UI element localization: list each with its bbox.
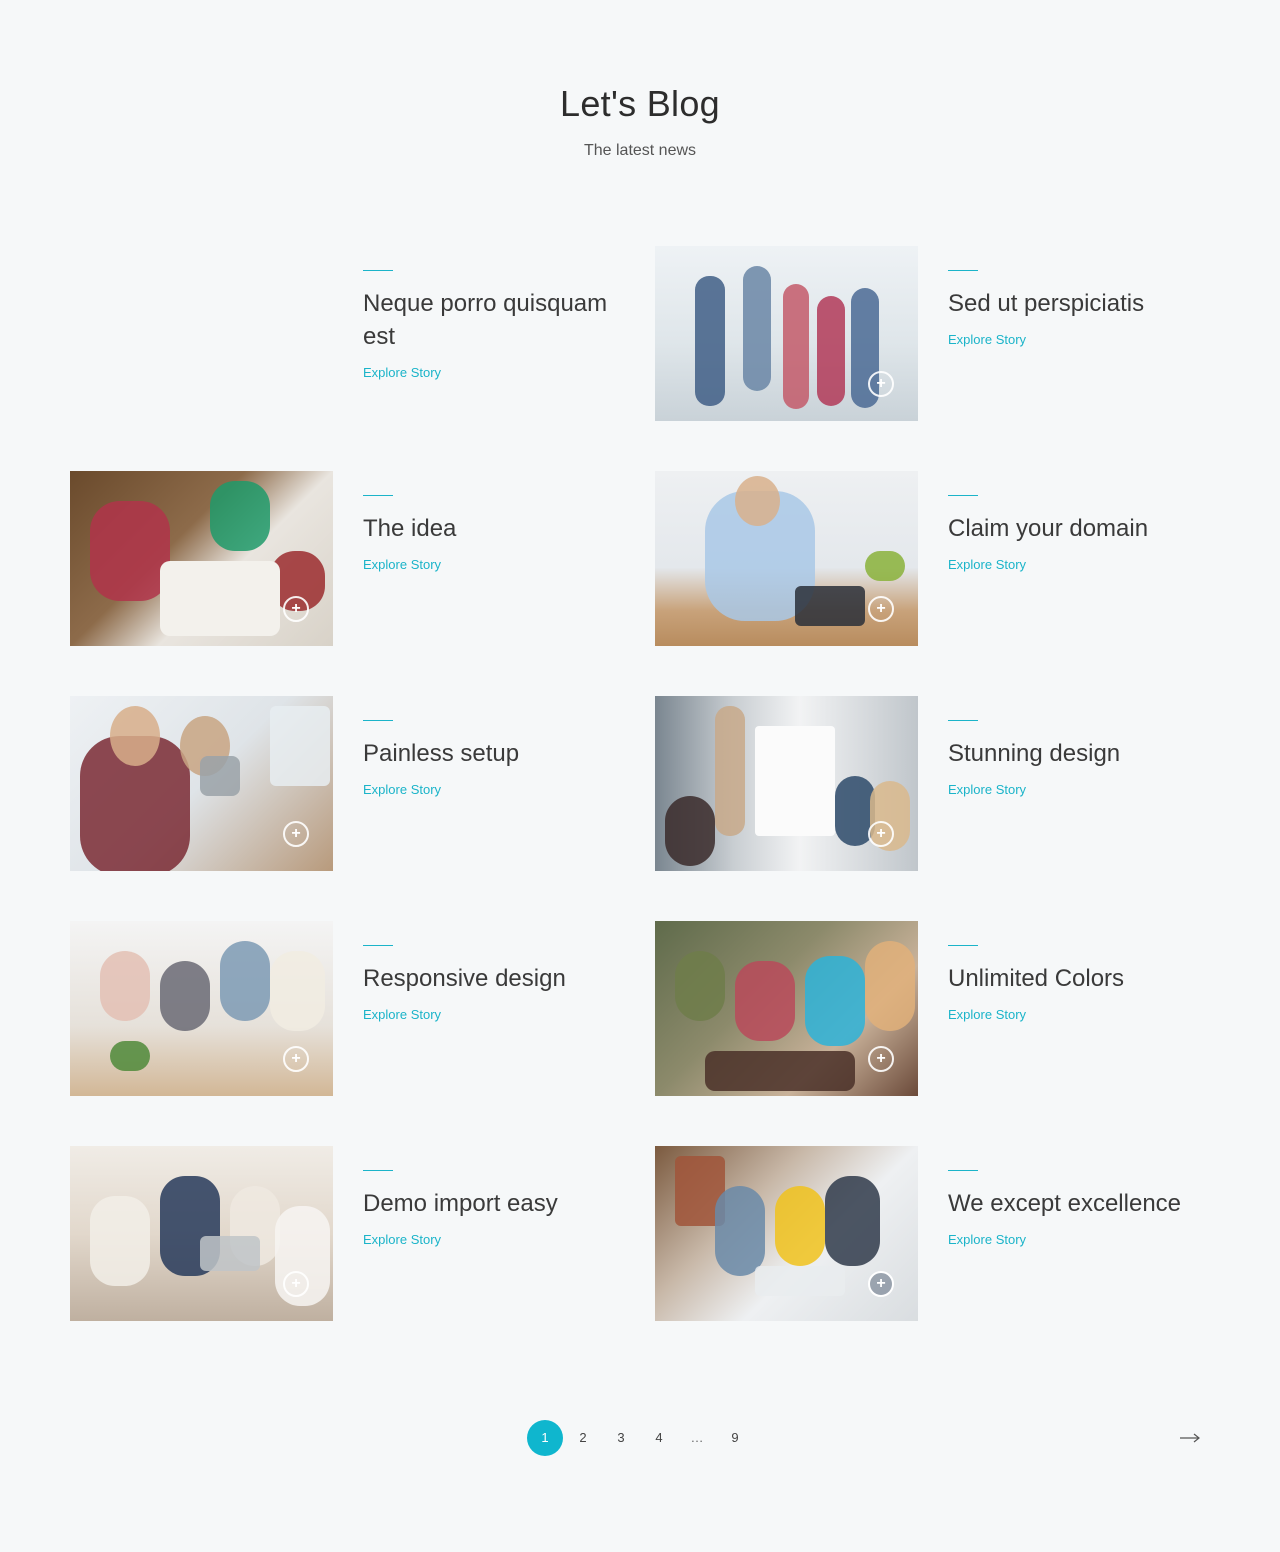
card-meta: Responsive design Explore Story xyxy=(363,921,633,1024)
expand-plus-icon[interactable]: + xyxy=(283,596,309,622)
page-ellipsis: … xyxy=(690,1430,704,1445)
expand-plus-icon[interactable]: + xyxy=(283,1271,309,1297)
card-meta: Painless setup Explore Story xyxy=(363,696,633,799)
explore-story-link[interactable]: Explore Story xyxy=(948,1232,1026,1247)
page-title: Let's Blog xyxy=(560,83,720,124)
expand-plus-icon[interactable]: + xyxy=(868,1271,894,1297)
post-image[interactable]: + xyxy=(655,471,918,646)
accent-rule xyxy=(363,270,393,271)
post-title[interactable]: Unlimited Colors xyxy=(948,962,1218,995)
explore-story-link[interactable]: Explore Story xyxy=(363,557,441,572)
blog-card: + Sed ut perspiciatis Explore Story xyxy=(655,246,1240,421)
card-meta: We except excellence Explore Story xyxy=(948,1146,1218,1249)
explore-story-link[interactable]: Explore Story xyxy=(363,782,441,797)
explore-story-link[interactable]: Explore Story xyxy=(363,365,441,380)
post-image[interactable]: + xyxy=(655,921,918,1096)
post-image[interactable]: + xyxy=(70,1146,333,1321)
post-title[interactable]: Sed ut perspiciatis xyxy=(948,287,1218,320)
explore-story-link[interactable]: Explore Story xyxy=(363,1232,441,1247)
blog-card: + Demo import easy Explore Story xyxy=(70,1146,655,1321)
explore-story-link[interactable]: Explore Story xyxy=(948,332,1026,347)
page-button-9[interactable]: 9 xyxy=(717,1420,753,1456)
post-title[interactable]: Claim your domain xyxy=(948,512,1218,545)
card-meta: Claim your domain Explore Story xyxy=(948,471,1218,574)
page-button-2[interactable]: 2 xyxy=(565,1420,601,1456)
blog-card: + Unlimited Colors Explore Story xyxy=(655,921,1240,1096)
post-image[interactable]: + xyxy=(70,921,333,1096)
accent-rule xyxy=(363,720,393,721)
blog-card: + Stunning design Explore Story xyxy=(655,696,1240,871)
card-meta: Unlimited Colors Explore Story xyxy=(948,921,1218,1024)
post-image[interactable]: + xyxy=(655,696,918,871)
explore-story-link[interactable]: Explore Story xyxy=(363,1007,441,1022)
accent-rule xyxy=(948,270,978,271)
accent-rule xyxy=(363,1170,393,1171)
blog-header: Let's Blog The latest news xyxy=(0,82,1280,160)
accent-rule xyxy=(363,495,393,496)
arrow-right-icon[interactable] xyxy=(1178,1426,1202,1450)
accent-rule xyxy=(948,495,978,496)
post-title[interactable]: Stunning design xyxy=(948,737,1218,770)
post-title[interactable]: Neque porro quisquam est xyxy=(363,287,633,353)
page-subtitle: The latest news xyxy=(583,142,697,159)
blog-card: Neque porro quisquam est Explore Story xyxy=(70,246,655,421)
page-button-1[interactable]: 1 xyxy=(527,1420,563,1456)
pagination: 1 2 3 4 … 9 xyxy=(527,1420,755,1456)
card-meta: Demo import easy Explore Story xyxy=(363,1146,633,1249)
post-image[interactable]: + xyxy=(70,471,333,646)
accent-rule xyxy=(948,720,978,721)
expand-plus-icon[interactable]: + xyxy=(868,596,894,622)
expand-plus-icon[interactable]: + xyxy=(868,371,894,397)
expand-plus-icon[interactable]: + xyxy=(283,1046,309,1072)
card-meta: Sed ut perspiciatis Explore Story xyxy=(948,246,1218,349)
accent-rule xyxy=(363,945,393,946)
expand-plus-icon[interactable]: + xyxy=(868,1046,894,1072)
post-image[interactable]: + xyxy=(655,1146,918,1321)
blog-card: + We except excellence Explore Story xyxy=(655,1146,1240,1321)
accent-rule xyxy=(948,945,978,946)
expand-plus-icon[interactable]: + xyxy=(868,821,894,847)
post-title[interactable]: Responsive design xyxy=(363,962,633,995)
accent-rule xyxy=(948,1170,978,1171)
expand-plus-icon[interactable]: + xyxy=(283,821,309,847)
explore-story-link[interactable]: Explore Story xyxy=(948,557,1026,572)
blog-card: + The idea Explore Story xyxy=(70,471,655,646)
blog-card: + Responsive design Explore Story xyxy=(70,921,655,1096)
post-title[interactable]: Demo import easy xyxy=(363,1187,633,1220)
blog-page: Let's Blog The latest news Neque porro q… xyxy=(0,0,1280,1552)
blog-card: + Painless setup Explore Story xyxy=(70,696,655,871)
card-meta: The idea Explore Story xyxy=(363,471,633,574)
post-image[interactable]: + xyxy=(655,246,918,421)
post-image[interactable]: + xyxy=(70,696,333,871)
explore-story-link[interactable]: Explore Story xyxy=(948,782,1026,797)
page-button-4[interactable]: 4 xyxy=(641,1420,677,1456)
post-title[interactable]: The idea xyxy=(363,512,633,545)
explore-story-link[interactable]: Explore Story xyxy=(948,1007,1026,1022)
blog-card: + Claim your domain Explore Story xyxy=(655,471,1240,646)
card-meta: Stunning design Explore Story xyxy=(948,696,1218,799)
page-button-3[interactable]: 3 xyxy=(603,1420,639,1456)
card-meta: Neque porro quisquam est Explore Story xyxy=(363,246,633,382)
post-title[interactable]: Painless setup xyxy=(363,737,633,770)
post-title[interactable]: We except excellence xyxy=(948,1187,1218,1220)
